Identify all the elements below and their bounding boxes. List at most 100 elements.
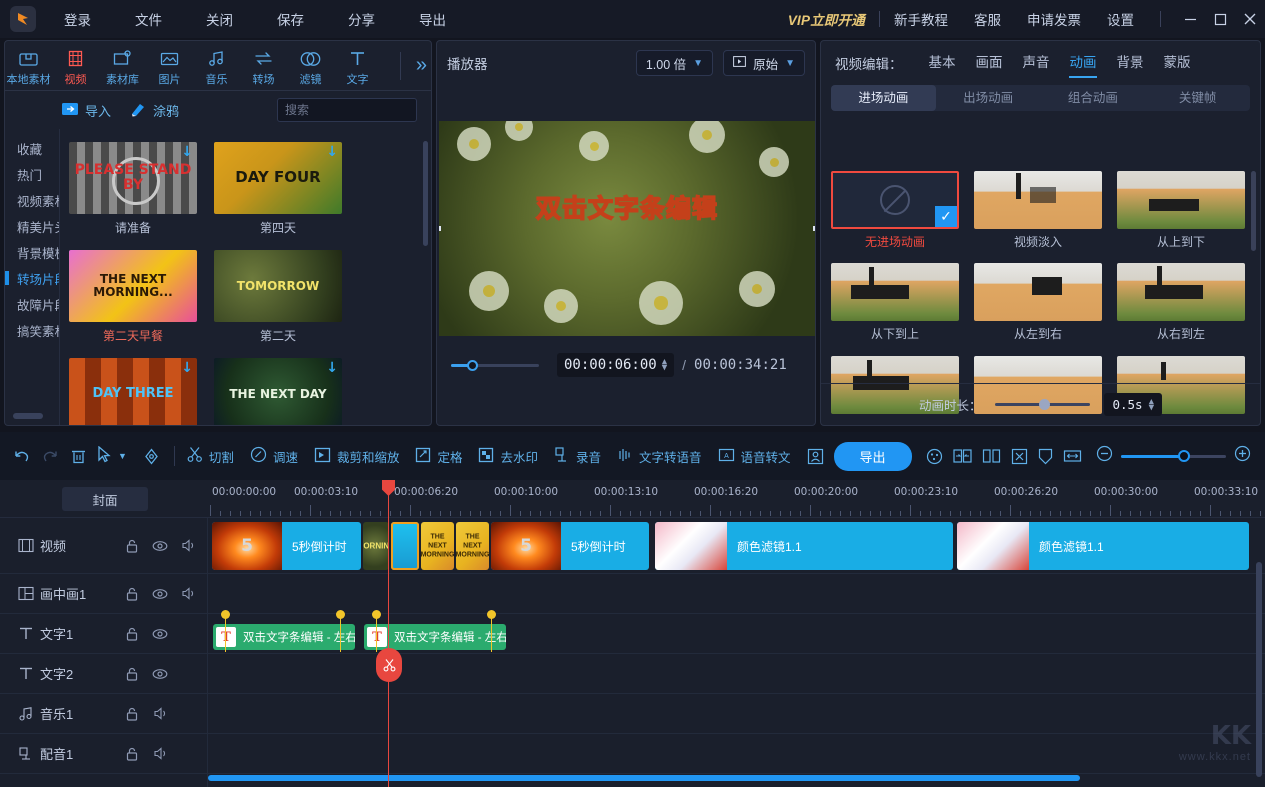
duration-knob[interactable] [1039,399,1050,410]
side-cat-video-material[interactable]: 视频素材 [5,187,59,213]
keyframe-marker[interactable] [372,610,381,619]
side-cat-glitch[interactable]: 故障片段 [5,291,59,317]
timeline-clip[interactable]: THE NEXT MORNING [456,522,489,570]
target-icon[interactable] [143,448,160,465]
subtab-exit-animation[interactable]: 出场动画 [936,85,1041,111]
search-box[interactable] [277,98,417,122]
playback-speed-selector[interactable]: 1.00 倍 ▼ [636,50,713,76]
duration-field[interactable]: 0.5s ▲▼ [1104,393,1162,416]
media-item[interactable]: PLEASE STAND BY ↓ 请准备 [69,142,197,236]
subtab-enter-animation[interactable]: 进场动画 [831,85,936,111]
quality-selector[interactable]: 原始 ▼ [723,50,805,76]
color-icon[interactable] [926,448,943,465]
tutorial-link[interactable]: 新手教程 [894,9,948,29]
redo-icon[interactable] [41,448,60,465]
menu-save[interactable]: 保存 [267,5,314,33]
eye-icon[interactable] [146,628,174,640]
undo-icon[interactable] [12,448,31,465]
maximize-button[interactable] [1205,0,1235,38]
resize-handle-left[interactable] [439,226,441,231]
sound-icon[interactable] [146,747,174,760]
eye-icon[interactable] [146,540,174,552]
lock-icon[interactable] [118,707,146,721]
tab-mask[interactable]: 蒙版 [1154,41,1201,85]
timeline-clip[interactable]: 颜色滤镜1.1 [655,522,953,570]
settings-link[interactable]: 设置 [1107,9,1134,29]
media-item[interactable]: DAY FOUR ↓ 第四天 [214,142,342,236]
more-categories-icon[interactable]: » [416,54,427,77]
sound-icon[interactable] [174,539,202,552]
search-input[interactable] [285,103,440,117]
media-item[interactable]: DAY THREE ↓ 第三天 [69,358,197,425]
category-local-media[interactable]: 本地素材 [5,45,52,87]
animation-item[interactable]: 从左到右 [974,263,1102,345]
track-content-text1[interactable]: T 双击文字条编辑 - 左右 T 双击文字条编辑 - 左右 [208,614,1265,653]
animation-item-none[interactable]: ✓ 无进场动画 [831,171,959,253]
crop-zoom-button[interactable]: 裁剪和缩放 [314,447,400,466]
side-cat-funny[interactable]: 搞笑素材 [5,317,59,343]
keyframe-marker[interactable] [221,610,230,619]
timeline-clip-selected[interactable] [391,522,419,570]
keyframe-marker[interactable] [336,610,345,619]
timeline-clip[interactable]: 5 5秒倒计时 [491,522,649,570]
category-music[interactable]: 音乐 [193,45,240,87]
time-stepper[interactable]: ▲▼ [662,359,667,371]
animation-item[interactable]: 从上到下 [1117,171,1245,253]
mirror-icon[interactable] [982,448,1001,464]
category-image[interactable]: 图片 [146,45,193,87]
timeline-clip[interactable]: 颜色滤镜1.1 [957,522,1249,570]
cover-button[interactable]: 封面 [62,487,148,511]
video-preview[interactable]: 双击文字条编辑 [439,121,815,336]
expand-icon[interactable] [1063,448,1082,464]
lock-icon[interactable] [118,539,146,553]
download-icon[interactable]: ↓ [181,144,193,160]
media-item[interactable]: THE NEXT MORNING... 第二天早餐 [69,250,197,344]
timeline-clip[interactable]: THE NEXT MORNING [421,522,454,570]
tab-sound[interactable]: 声音 [1013,41,1060,85]
minimize-button[interactable] [1175,0,1205,38]
download-icon[interactable]: ↓ [326,144,338,160]
sound-icon[interactable] [174,587,202,600]
avatar-icon[interactable] [807,448,824,465]
side-cat-hot[interactable]: 热门 [5,161,59,187]
side-cat-intro[interactable]: 精美片头 [5,213,59,239]
text-to-speech-button[interactable]: 文字转语音 [617,447,702,466]
close-button[interactable] [1235,0,1265,38]
zoom-knob[interactable] [1178,450,1190,462]
delete-icon[interactable] [70,448,87,465]
player-seek-slider[interactable] [451,364,539,367]
menu-close[interactable]: 关闭 [196,5,243,33]
animation-item[interactable]: 从下到上 [831,263,959,345]
zoom-slider[interactable] [1121,455,1226,458]
timeline-ruler[interactable]: 00:00:00:00 00:00:03:10 00:00:06:20 00:0… [208,480,1265,518]
text-clip[interactable]: T 双击文字条编辑 - 左右 [364,624,506,650]
speed-button[interactable]: 调速 [250,446,298,466]
media-grid-scrollbar[interactable] [423,141,428,246]
timeline-clip[interactable]: MORNING [363,522,389,570]
media-item[interactable]: THE NEXT DAY ↓ 次日 [214,358,342,425]
category-text[interactable]: 文字 [334,45,381,87]
track-content-music[interactable] [208,694,1265,733]
vip-upgrade-button[interactable]: VIP立即开通 [788,9,865,29]
timeline-horizontal-scrollbar[interactable] [208,775,1080,781]
track-content-text2[interactable] [208,654,1265,693]
side-cat-favorites[interactable]: 收藏 [5,135,59,161]
support-link[interactable]: 客服 [974,9,1001,29]
download-icon[interactable]: ↓ [326,360,338,376]
preview-text-overlay[interactable]: 双击文字条编辑 [439,189,815,225]
zoom-in-icon[interactable] [1234,445,1251,467]
invoice-link[interactable]: 申请发票 [1027,9,1081,29]
current-time-field[interactable]: 00:00:06:00 ▲▼ [557,353,674,377]
category-library[interactable]: 素材库 [99,45,146,87]
menu-file[interactable]: 文件 [125,5,172,33]
sound-icon[interactable] [146,707,174,720]
cut-icon[interactable] [1011,448,1028,465]
split-button[interactable]: 切割 [187,446,234,466]
fit-icon[interactable] [953,448,972,464]
side-cat-transition-clips[interactable]: 转场片段 [5,265,59,291]
category-filter[interactable]: 滤镜 [287,45,334,87]
menu-share[interactable]: 分享 [338,5,385,33]
download-icon[interactable]: ↓ [181,360,193,376]
eye-icon[interactable] [146,588,174,600]
record-button[interactable]: 录音 [554,446,601,466]
